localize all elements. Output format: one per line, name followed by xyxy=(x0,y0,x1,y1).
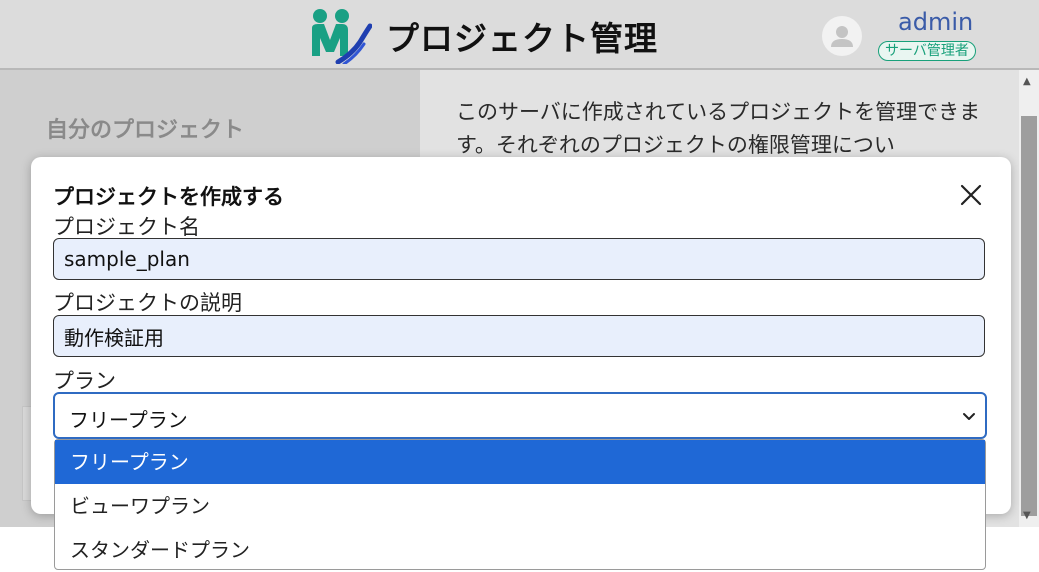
scroll-up-icon[interactable]: ▲ xyxy=(1023,76,1031,87)
app-logo-icon xyxy=(308,8,373,66)
plan-select-value: フリープラン xyxy=(69,408,188,432)
close-icon[interactable] xyxy=(957,181,985,209)
main-description: このサーバに作成されているプロジェクトを管理できます。それぞれのプロジェクトの権… xyxy=(456,100,981,157)
plan-option-standard[interactable]: スタンダードプラン xyxy=(55,528,985,572)
project-description-input[interactable] xyxy=(53,315,985,357)
app-header: プロジェクト管理 admin サーバ管理者 xyxy=(0,0,1039,70)
plan-label: プラン xyxy=(53,369,116,393)
scroll-thumb[interactable] xyxy=(1021,116,1037,516)
page-title: プロジェクト管理 xyxy=(386,19,658,58)
plan-option-free[interactable]: フリープラン xyxy=(55,440,985,484)
plan-select[interactable]: フリープラン xyxy=(53,392,987,439)
project-name-label: プロジェクト名 xyxy=(53,215,200,239)
dialog-title: プロジェクトを作成する xyxy=(53,185,284,209)
user-role-badge: サーバ管理者 xyxy=(878,41,976,61)
user-name[interactable]: admin xyxy=(898,8,973,36)
sidebar-heading: 自分のプロジェクト xyxy=(46,118,245,143)
chevron-down-icon xyxy=(961,408,977,424)
vertical-scrollbar[interactable]: ▲ ▼ xyxy=(1019,70,1039,527)
plan-dropdown-list: フリープラン ビューワプラン スタンダードプラン xyxy=(54,439,986,570)
scroll-down-icon[interactable]: ▼ xyxy=(1023,510,1031,521)
plan-option-viewer[interactable]: ビューワプラン xyxy=(55,484,985,528)
project-description-label: プロジェクトの説明 xyxy=(53,291,242,315)
avatar-icon[interactable] xyxy=(822,16,862,56)
project-name-input[interactable] xyxy=(53,238,985,280)
